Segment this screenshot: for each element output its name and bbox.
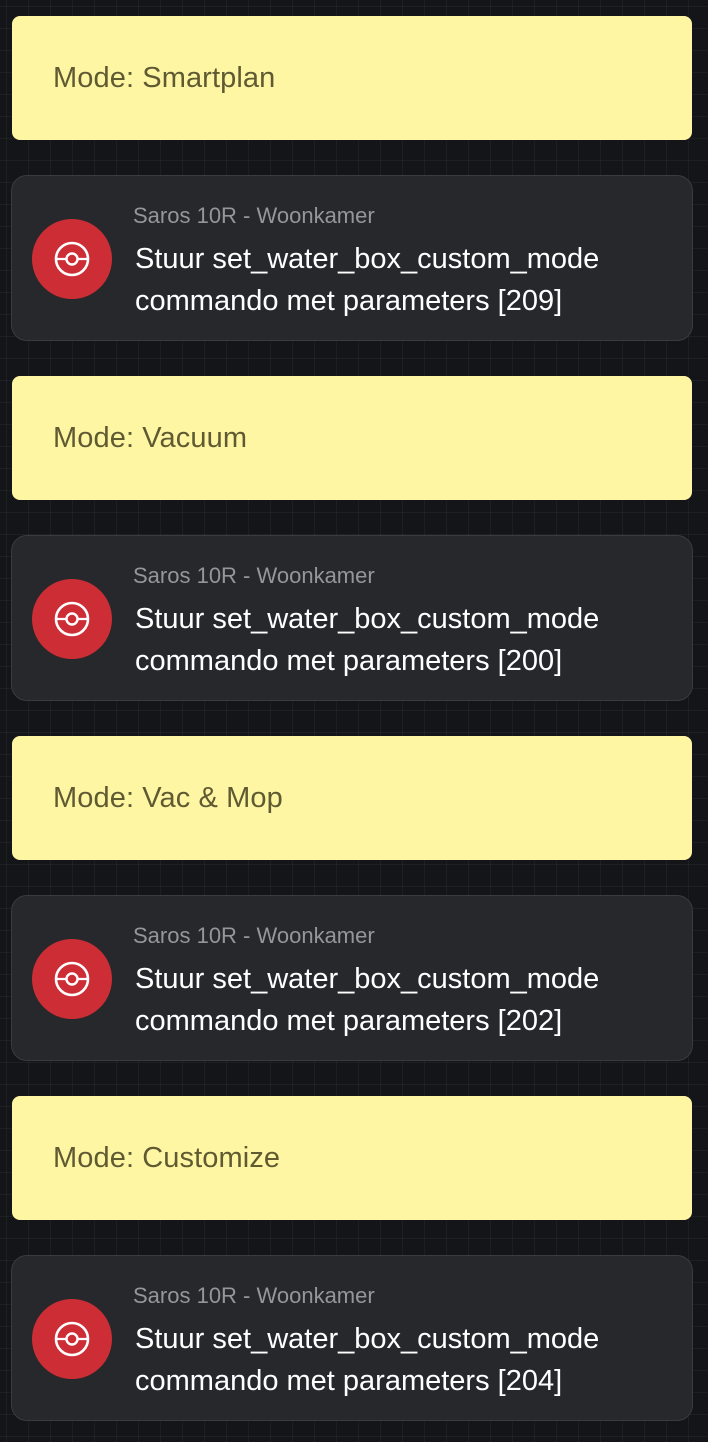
action-suffix: commando met parameters	[135, 1005, 490, 1037]
command-name: set_water_box_custom_mode	[212, 603, 600, 635]
mode-note-vac-mop[interactable]: Mode: Vac & Mop	[12, 736, 692, 860]
robot-vacuum-icon	[32, 1299, 112, 1379]
action-suffix: commando met parameters	[135, 1365, 490, 1397]
device-name: Saros 10R - Woonkamer	[133, 563, 375, 588]
action-verb: Stuur	[135, 603, 205, 635]
action-suffix: commando met parameters	[135, 645, 490, 677]
command-name: set_water_box_custom_mode	[212, 963, 600, 995]
action-card[interactable]: Saros 10R - Woonkamer Stuur set_water_bo…	[11, 1255, 693, 1421]
note-text: Mode: Vacuum	[53, 421, 248, 454]
note-text: Mode: Vac & Mop	[53, 781, 283, 814]
robot-vacuum-icon	[32, 219, 112, 299]
device-name: Saros 10R - Woonkamer	[133, 923, 375, 948]
robot-vacuum-icon	[32, 579, 112, 659]
command-params: [204]	[497, 1365, 563, 1397]
action-card[interactable]: Saros 10R - Woonkamer Stuur set_water_bo…	[11, 535, 693, 701]
command-params: [209]	[497, 285, 563, 317]
device-name: Saros 10R - Woonkamer	[133, 1283, 375, 1308]
mode-note-customize[interactable]: Mode: Customize	[12, 1096, 692, 1220]
action-description: Stuur set_water_box_custom_mode commando…	[135, 238, 675, 322]
action-verb: Stuur	[135, 1323, 205, 1355]
command-name: set_water_box_custom_mode	[212, 243, 600, 275]
note-text: Mode: Smartplan	[53, 61, 276, 94]
device-name: Saros 10R - Woonkamer	[133, 203, 375, 228]
action-description: Stuur set_water_box_custom_mode commando…	[135, 598, 675, 682]
mode-note-smartplan[interactable]: Mode: Smartplan	[12, 16, 692, 140]
action-verb: Stuur	[135, 963, 205, 995]
command-params: [202]	[497, 1005, 563, 1037]
action-verb: Stuur	[135, 243, 205, 275]
robot-vacuum-icon	[32, 939, 112, 1019]
action-description: Stuur set_water_box_custom_mode commando…	[135, 958, 675, 1042]
command-params: [200]	[497, 645, 563, 677]
mode-note-vacuum[interactable]: Mode: Vacuum	[12, 376, 692, 500]
action-description: Stuur set_water_box_custom_mode commando…	[135, 1318, 675, 1402]
action-card[interactable]: Saros 10R - Woonkamer Stuur set_water_bo…	[11, 175, 693, 341]
command-name: set_water_box_custom_mode	[212, 1323, 600, 1355]
note-text: Mode: Customize	[53, 1141, 281, 1174]
action-suffix: commando met parameters	[135, 285, 490, 317]
action-card[interactable]: Saros 10R - Woonkamer Stuur set_water_bo…	[11, 895, 693, 1061]
